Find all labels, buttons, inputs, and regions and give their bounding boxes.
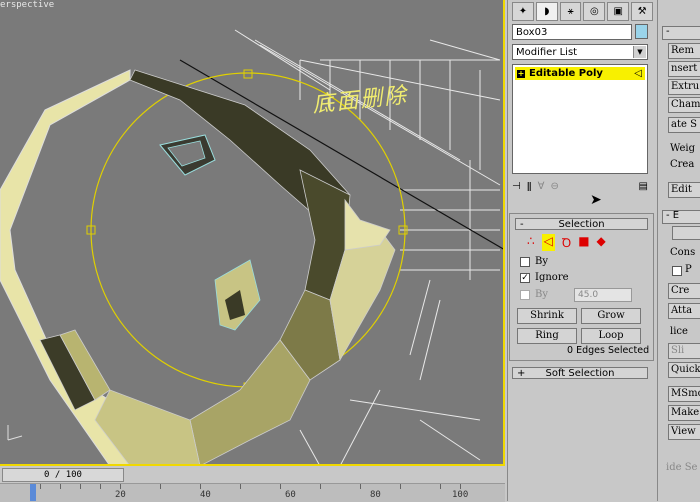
motion-icon[interactable]: ◎ [583, 2, 606, 21]
ruler-label: 20 [115, 490, 126, 500]
mouse-cursor-icon: ➤ [590, 192, 602, 208]
edit-geometry-rollout-title[interactable]: - E [662, 210, 700, 224]
ruler-label: 40 [200, 490, 211, 500]
expand-icon[interactable]: + [517, 69, 525, 78]
modifier-stack[interactable]: + Editable Poly ◁ [512, 64, 648, 174]
view-align-button[interactable]: View [668, 424, 700, 440]
perspective-viewport[interactable]: erspective 底面删除 [0, 0, 505, 466]
viewport-scene [0, 29, 503, 466]
edge-mode-icon[interactable]: ◁ [541, 234, 555, 251]
time-marker[interactable] [30, 484, 36, 501]
preserve-uvs-label: P [685, 264, 692, 275]
ruler-label: 60 [285, 490, 296, 500]
stack-toolbar: ⊣ ǁ ∀ ⊖ ▤ [512, 178, 648, 194]
remove-button[interactable]: Rem [668, 43, 700, 59]
selection-status: 0 Edges Selected [567, 345, 650, 356]
attach-button[interactable]: Atta [668, 303, 700, 319]
time-slider[interactable]: 0 / 100 [2, 468, 124, 482]
remove-modifier-icon[interactable]: ⊖ [550, 181, 558, 192]
by-vertex-checkbox[interactable] [520, 257, 530, 267]
shrink-button[interactable]: Shrink [517, 308, 577, 324]
object-color-swatch[interactable] [635, 24, 648, 39]
utilities-icon[interactable]: ⚒ [631, 2, 653, 21]
by-angle-checkbox[interactable] [520, 290, 530, 300]
preserve-uvs-checkbox[interactable] [672, 266, 682, 276]
constraints-label: Cons [670, 247, 696, 258]
slice-plane-label: lice [670, 326, 688, 337]
configure-sets-icon[interactable]: ▤ [639, 181, 648, 192]
edge-mode-icon: ◁ [634, 68, 642, 79]
object-name-field[interactable]: Box03 [512, 24, 632, 40]
ruler-label: 80 [370, 490, 381, 500]
ignore-backfacing-label: Ignore [535, 272, 569, 283]
crease-label: Crea [670, 159, 695, 170]
viewport-label[interactable]: erspective [0, 0, 54, 10]
ruler-label: 100 [452, 490, 469, 500]
ignore-backfacing-checkbox[interactable]: ✓ [520, 273, 530, 283]
ring-button[interactable]: Ring [517, 328, 577, 344]
modifier-list-dropdown[interactable]: Modifier List ▼ [512, 44, 648, 60]
selection-rollout-title[interactable]: - Selection [515, 218, 648, 230]
extrude-button[interactable]: Extru [668, 79, 700, 95]
chamfer-button[interactable]: Chamf [668, 97, 700, 113]
create-button[interactable]: Cre [668, 283, 700, 299]
slice-button[interactable]: Sli [668, 343, 700, 359]
edit-tri-button[interactable]: Edit [668, 182, 700, 198]
display-icon[interactable]: ▣ [607, 2, 630, 21]
stack-item-label: Editable Poly [529, 68, 603, 79]
weight-label: Weig [670, 143, 695, 154]
modifier-list-label: Modifier List [516, 47, 578, 58]
vertex-mode-icon[interactable]: ∴ [527, 234, 535, 251]
quickslice-button[interactable]: Quick [668, 362, 700, 378]
by-angle-label: By [535, 289, 548, 300]
panel-tabs: ✦ ◗ ⚹ ◎ ▣ ⚒ [508, 0, 657, 23]
create-icon[interactable]: ✦ [512, 2, 534, 21]
hierarchy-icon[interactable]: ⚹ [559, 2, 582, 21]
create-shape-button[interactable]: ate S [668, 117, 700, 133]
element-mode-icon[interactable]: ◆ [597, 234, 606, 251]
subobject-modes: ∴ ◁ Ꝺ ■ ◆ [527, 234, 606, 251]
pin-stack-icon[interactable]: ⊣ [512, 181, 521, 192]
angle-spinner[interactable]: 45.0 [574, 288, 632, 302]
command-panel-column-2: - Rem nsert Extru Chamf ate S Weig Crea … [657, 0, 700, 501]
show-end-result-icon[interactable]: ǁ [527, 181, 532, 192]
make-planar-button[interactable]: Make [668, 405, 700, 421]
loop-button[interactable]: Loop [581, 328, 641, 344]
stack-item-editable-poly[interactable]: + Editable Poly ◁ [515, 67, 645, 80]
time-bar: 0 / 100 [0, 466, 505, 483]
insert-vertex-button[interactable]: nsert [668, 61, 700, 77]
make-unique-icon[interactable]: ∀ [538, 181, 545, 192]
border-mode-icon[interactable]: Ꝺ [562, 234, 571, 251]
track-ruler[interactable]: 20 40 60 80 100 [0, 483, 505, 502]
msmooth-button[interactable]: MSmoo [668, 386, 700, 402]
modify-icon[interactable]: ◗ [535, 2, 558, 21]
repeat-last-button[interactable] [672, 226, 700, 240]
soft-selection-rollout-title[interactable]: + Soft Selection [512, 367, 648, 379]
chevron-down-icon: ▼ [633, 46, 646, 58]
mesh-outer-rim[interactable] [0, 69, 200, 466]
grow-button[interactable]: Grow [581, 308, 641, 324]
hide-selected-label[interactable]: ide Se [666, 462, 697, 473]
by-vertex-label: By [535, 256, 548, 267]
polygon-mode-icon[interactable]: ■ [578, 234, 589, 251]
